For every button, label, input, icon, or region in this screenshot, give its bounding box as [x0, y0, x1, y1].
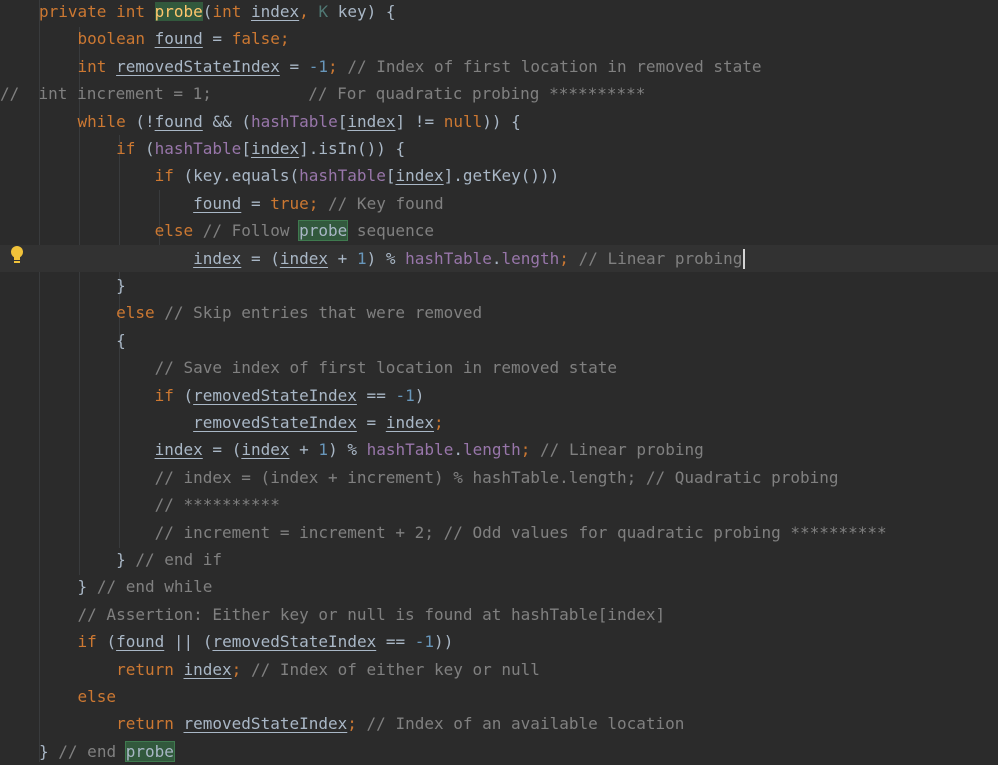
code-line-text: {: [116, 330, 126, 350]
code-line[interactable]: if (hashTable[index].isIn()) {: [0, 135, 998, 162]
code-line-text: index = (index + 1) % hashTable.length; …: [154, 440, 704, 460]
code-line-text: } // end if: [116, 550, 223, 569]
code-line-text: // index = (index + increment) % hashTab…: [154, 467, 839, 487]
code-line[interactable]: index = (index + 1) % hashTable.length; …: [0, 436, 998, 463]
code-line[interactable]: // increment = increment + 2; // Odd val…: [0, 519, 998, 546]
code-line[interactable]: {: [0, 327, 998, 354]
code-line-text: } // end probe: [39, 740, 175, 762]
code-line[interactable]: int removedStateIndex = -1; // Index of …: [0, 53, 998, 80]
code-line-text: } // end while: [77, 577, 213, 597]
code-line-text: else // Follow probe sequence: [154, 220, 434, 242]
code-line-text: if (removedStateIndex == -1): [154, 385, 425, 405]
code-line[interactable]: else // Follow probe sequence: [0, 217, 998, 244]
code-line[interactable]: else // Skip entries that were removed: [0, 299, 998, 326]
code-line-text: private int probe(int index, K key) {: [39, 2, 396, 21]
code-line[interactable]: if (found || (removedStateIndex == -1)): [0, 628, 998, 655]
code-line[interactable]: } // end while: [0, 573, 998, 600]
code-line-text: else // Skip entries that were removed: [116, 303, 483, 323]
code-line-text: // Assertion: Either key or null is foun…: [77, 604, 666, 624]
code-line[interactable]: return removedStateIndex; // Index of an…: [0, 710, 998, 737]
code-line[interactable]: return index; // Index of either key or …: [0, 656, 998, 683]
code-line-text: // increment = increment + 2; // Odd val…: [154, 522, 887, 542]
code-line[interactable]: // Assertion: Either key or null is foun…: [0, 601, 998, 628]
code-editor[interactable]: private int probe(int index, K key) { bo…: [0, 0, 998, 762]
code-line[interactable]: // index = (index + increment) % hashTab…: [0, 464, 998, 491]
code-line-text: // **********: [154, 495, 280, 515]
code-line-text: return index; // Index of either key or …: [116, 659, 540, 679]
code-line-text: while (!found && (hashTable[index] != nu…: [77, 111, 521, 131]
code-line-text: return removedStateIndex; // Index of an…: [116, 714, 685, 734]
code-line-text: int removedStateIndex = -1; // Index of …: [77, 56, 762, 76]
code-line[interactable]: else: [0, 683, 998, 710]
code-line-text: if (found || (removedStateIndex == -1)): [77, 632, 454, 652]
code-line[interactable]: }: [0, 272, 998, 299]
text-caret: [743, 249, 746, 270]
code-line[interactable]: // **********: [0, 491, 998, 518]
code-line[interactable]: private int probe(int index, K key) {: [0, 0, 998, 25]
lightbulb-icon[interactable]: [9, 245, 25, 267]
code-line-text: removedStateIndex = index;: [193, 413, 444, 432]
code-line[interactable]: if (key.equals(hashTable[index].getKey()…: [0, 162, 998, 189]
code-line-text: index = (index + 1) % hashTable.length; …: [39, 245, 746, 272]
code-line[interactable]: boolean found = false;: [0, 25, 998, 52]
code-line-text: // Save index of first location in remov…: [154, 358, 617, 378]
code-line[interactable]: found = true; // Key found: [0, 190, 998, 217]
code-line[interactable]: } // end probe: [0, 738, 998, 765]
code-line[interactable]: } // end if: [0, 546, 998, 573]
code-line[interactable]: while (!found && (hashTable[index] != nu…: [0, 108, 998, 135]
code-line-text: else: [77, 687, 117, 706]
code-line-text: boolean found = false;: [77, 29, 290, 49]
code-line[interactable]: if (removedStateIndex == -1): [0, 382, 998, 409]
code-line[interactable]: removedStateIndex = index;: [0, 409, 998, 436]
code-line-text: if (key.equals(hashTable[index].getKey()…: [154, 166, 560, 186]
code-line-text: if (hashTable[index].isIn()) {: [116, 139, 406, 158]
code-line[interactable]: // int increment = 1; // For quadratic p…: [0, 80, 998, 107]
code-line-text: found = true; // Key found: [193, 193, 444, 213]
code-line[interactable]: index = (index + 1) % hashTable.length; …: [0, 244, 998, 272]
code-line[interactable]: // Save index of first location in remov…: [0, 354, 998, 381]
code-line-text: }: [116, 276, 126, 295]
code-line-text: // int increment = 1; // For quadratic p…: [0, 84, 646, 104]
